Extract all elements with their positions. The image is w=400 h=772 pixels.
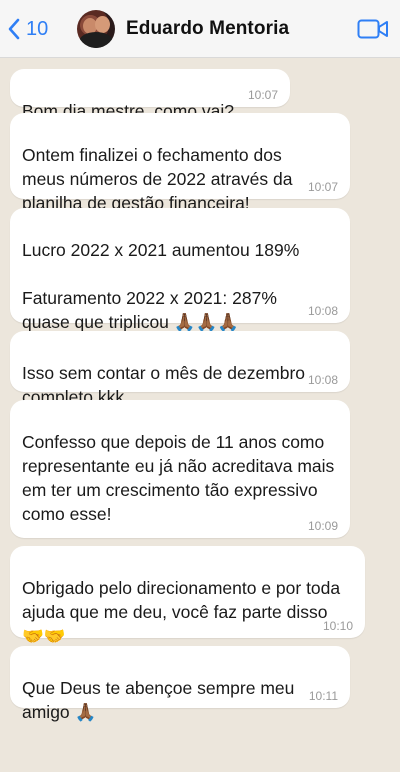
contact-name[interactable]: Eduardo Mentoria <box>126 18 289 40</box>
message-text: Lucro 2022 x 2021 aumentou 189% Faturame… <box>22 240 300 332</box>
message-list: Bom dia mestre, como vai? 10:07 Ontem fi… <box>0 58 400 722</box>
avatar[interactable] <box>77 10 115 48</box>
video-camera-icon <box>357 19 388 39</box>
message-bubble: Ontem finalizei o fechamento dos meus nú… <box>10 113 350 213</box>
message-text: Confesso que depois de 11 anos como repr… <box>22 432 335 524</box>
message-bubble: Confesso que depois de 11 anos como repr… <box>10 400 350 538</box>
message-time: 10:07 <box>307 180 338 194</box>
message-time: 10:09 <box>307 519 338 533</box>
video-call-button[interactable] <box>357 17 389 41</box>
message-time: 10:11 <box>308 689 338 703</box>
unread-count: 10 <box>26 17 49 40</box>
message-bubble: Obrigado pelo direcionamento e por toda … <box>10 546 365 646</box>
message-bubble: Isso sem contar o mês de dezembro comple… <box>10 331 350 407</box>
chevron-left-icon <box>8 18 20 40</box>
message-time: 10:08 <box>307 373 338 387</box>
message-time: 10:07 <box>247 88 278 102</box>
message-bubble: Lucro 2022 x 2021 aumentou 189% Faturame… <box>10 208 350 332</box>
message-bubble: Que Deus te abençoe sempre meu amigo 🙏🏾 … <box>10 646 350 722</box>
back-button[interactable]: 10 <box>6 14 48 44</box>
message-time: 10:10 <box>322 619 353 633</box>
message-text: Que Deus te abençoe sempre meu amigo 🙏🏾 <box>22 678 295 722</box>
message-text: Ontem finalizei o fechamento dos meus nú… <box>22 145 293 213</box>
message-time: 10:08 <box>307 304 338 318</box>
message-text: Obrigado pelo direcionamento e por toda … <box>22 578 341 646</box>
chat-header: 10 Eduardo Mentoria <box>0 0 400 58</box>
message-bubble: Bom dia mestre, como vai? 10:07 <box>10 69 290 121</box>
